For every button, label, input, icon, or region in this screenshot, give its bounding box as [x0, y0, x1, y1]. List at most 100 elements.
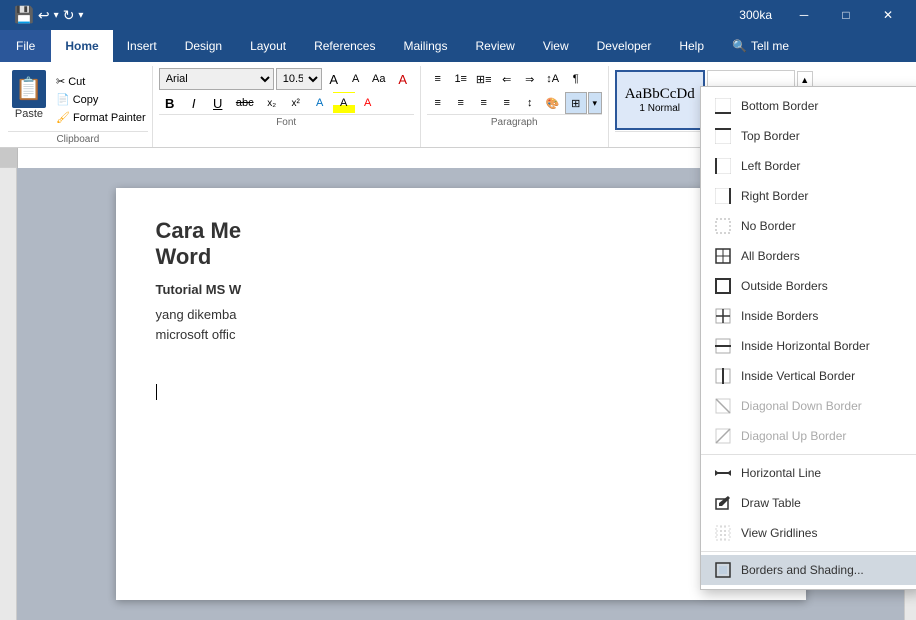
tab-file[interactable]: File: [0, 30, 51, 62]
title-bar-text: 300ka: [739, 8, 772, 22]
clear-format-button[interactable]: A: [392, 68, 414, 90]
menu-item-diagonal-down: Diagonal Down Border: [701, 391, 916, 421]
tab-help[interactable]: Help: [665, 30, 718, 62]
menu-item-diagonal-up: Diagonal Up Border: [701, 421, 916, 451]
window-controls: ─ □ ✕: [784, 0, 908, 30]
align-center-button[interactable]: ≡: [450, 92, 472, 114]
vertical-ruler: [0, 168, 17, 620]
customize-qat-icon[interactable]: ▾: [78, 10, 83, 21]
border-dropdown-menu: Bottom Border Top Border Left Border Rig…: [700, 86, 916, 590]
clipboard-label: Clipboard: [8, 131, 148, 145]
paragraph-group-label: Paragraph: [427, 114, 602, 128]
bullets-button[interactable]: ≡: [427, 68, 449, 90]
menu-item-horizontal-line[interactable]: Horizontal Line: [701, 458, 916, 488]
bottom-border-icon: [713, 96, 733, 116]
justify-button[interactable]: ≡: [496, 92, 518, 114]
copy-button[interactable]: 📄Copy: [54, 91, 148, 108]
superscript-button[interactable]: x²: [285, 92, 307, 114]
view-gridlines-icon: [713, 523, 733, 543]
text-cursor: [156, 384, 157, 400]
tab-layout[interactable]: Layout: [236, 30, 300, 62]
undo-dropdown-icon[interactable]: ▾: [54, 10, 59, 21]
no-border-icon: [713, 216, 733, 236]
menu-item-top-border[interactable]: Top Border: [701, 121, 916, 151]
tab-insert[interactable]: Insert: [113, 30, 171, 62]
minimize-button[interactable]: ─: [784, 0, 824, 30]
paragraph-group: ≡ 1≡ ⊞≡ ⇐ ⇒ ↕A ¶ ≡ ≡ ≡ ≡ ↕ 🎨 ⊞ ▾ Paragra…: [421, 66, 609, 147]
menu-item-left-border[interactable]: Left Border: [701, 151, 916, 181]
show-hide-button[interactable]: ¶: [565, 68, 587, 90]
draw-table-icon: [713, 493, 733, 513]
document-body-1: yang dikemba: [156, 305, 766, 325]
inside-h-border-icon: [713, 336, 733, 356]
tab-view[interactable]: View: [529, 30, 583, 62]
font-group: Arial 10.5 A A Aa A B I U abc x₂ x² A A …: [153, 66, 421, 147]
menu-item-inside-borders[interactable]: Inside Borders: [701, 301, 916, 331]
italic-button[interactable]: I: [183, 92, 205, 114]
document-body-2: microsoft offic: [156, 325, 766, 345]
tab-review[interactable]: Review: [461, 30, 528, 62]
document-title: Cara Me Word: [156, 218, 766, 270]
horizontal-line-icon: [713, 463, 733, 483]
save-icon[interactable]: 💾: [14, 5, 34, 25]
cut-button[interactable]: ✂Cut: [54, 73, 148, 90]
menu-separator-1: [701, 454, 916, 455]
title-bar: 💾 ↩ ▾ ↻ ▾ 300ka ─ □ ✕: [0, 0, 916, 30]
sort-button[interactable]: ↕A: [542, 68, 564, 90]
font-group-label: Font: [159, 114, 414, 128]
redo-icon[interactable]: ↻: [63, 7, 75, 24]
decrease-indent-button[interactable]: ⇐: [496, 68, 518, 90]
subscript-button[interactable]: x₂: [261, 92, 283, 114]
top-border-icon: [713, 126, 733, 146]
change-case-button[interactable]: Aa: [368, 68, 390, 90]
paste-button[interactable]: 📋 Paste: [8, 68, 50, 131]
text-effects-button[interactable]: A: [309, 92, 331, 114]
font-size-select[interactable]: 10.5: [276, 68, 322, 90]
increase-indent-button[interactable]: ⇒: [519, 68, 541, 90]
font-color-button[interactable]: A: [357, 92, 379, 114]
menu-item-draw-table[interactable]: Draw Table: [701, 488, 916, 518]
menu-item-outside-borders[interactable]: Outside Borders: [701, 271, 916, 301]
font-size-increase-button[interactable]: A: [324, 68, 344, 90]
underline-button[interactable]: U: [207, 92, 229, 114]
restore-button[interactable]: □: [826, 0, 866, 30]
menu-item-bottom-border[interactable]: Bottom Border: [701, 91, 916, 121]
numbering-button[interactable]: 1≡: [450, 68, 472, 90]
style-normal[interactable]: AaBbCcDd 1 Normal: [615, 70, 705, 130]
align-left-button[interactable]: ≡: [427, 92, 449, 114]
right-border-icon: [713, 186, 733, 206]
menu-item-inside-h-border[interactable]: Inside Horizontal Border: [701, 331, 916, 361]
borders-button[interactable]: ⊞: [565, 92, 587, 114]
bold-button[interactable]: B: [159, 92, 181, 114]
ruler-left-margin: [0, 148, 17, 167]
highlight-color-button[interactable]: A: [333, 92, 355, 114]
clipboard-secondary: ✂Cut 📄Copy 🖌Format Painter: [54, 68, 148, 131]
menu-item-view-gridlines[interactable]: View Gridlines: [701, 518, 916, 548]
font-size-decrease-button[interactable]: A: [346, 68, 366, 90]
strikethrough-button[interactable]: abc: [231, 92, 259, 114]
document-subtitle: Tutorial MS W: [156, 282, 766, 297]
tab-references[interactable]: References: [300, 30, 389, 62]
menu-item-borders-and-shading[interactable]: Borders and Shading...: [701, 555, 916, 585]
borders-dropdown-button[interactable]: ▾: [588, 92, 602, 114]
tab-home[interactable]: Home: [51, 30, 112, 62]
tab-tell-me[interactable]: 🔍Tell me: [718, 30, 803, 62]
format-painter-button[interactable]: 🖌Format Painter: [54, 109, 148, 126]
menu-item-all-borders[interactable]: All Borders: [701, 241, 916, 271]
tab-mailings[interactable]: Mailings: [389, 30, 461, 62]
undo-icon[interactable]: ↩: [38, 7, 50, 24]
cursor-position: [156, 384, 766, 403]
menu-item-right-border[interactable]: Right Border: [701, 181, 916, 211]
diagonal-up-border-icon: [713, 426, 733, 446]
shading-button[interactable]: 🎨: [542, 92, 564, 114]
tab-developer[interactable]: Developer: [583, 30, 666, 62]
close-button[interactable]: ✕: [868, 0, 908, 30]
menu-item-no-border[interactable]: No Border: [701, 211, 916, 241]
align-right-button[interactable]: ≡: [473, 92, 495, 114]
font-name-select[interactable]: Arial: [159, 68, 274, 90]
line-spacing-button[interactable]: ↕: [519, 92, 541, 114]
multilevel-list-button[interactable]: ⊞≡: [473, 68, 495, 90]
menu-item-inside-v-border[interactable]: Inside Vertical Border: [701, 361, 916, 391]
tab-design[interactable]: Design: [171, 30, 236, 62]
inside-v-border-icon: [713, 366, 733, 386]
